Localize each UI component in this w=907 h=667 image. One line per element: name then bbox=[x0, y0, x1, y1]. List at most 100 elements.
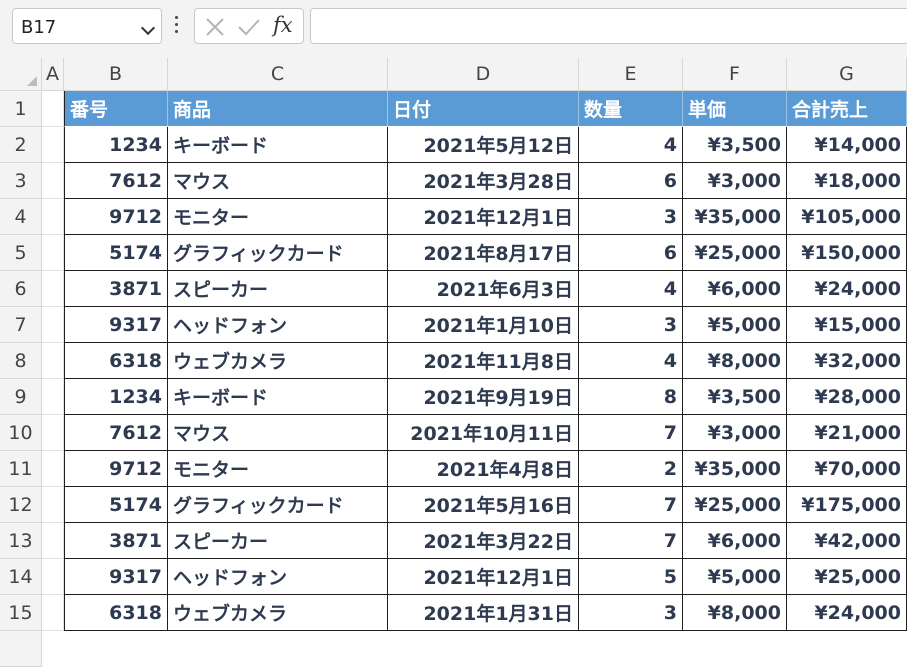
cell-f13[interactable]: ¥6,000 bbox=[683, 523, 787, 559]
cell-c5[interactable]: グラフィックカード bbox=[168, 235, 388, 271]
cell-b6[interactable]: 3871 bbox=[64, 271, 168, 307]
cell-g14[interactable]: ¥25,000 bbox=[787, 559, 907, 595]
row-header-7[interactable]: 7 bbox=[0, 307, 42, 343]
cell-d2[interactable]: 2021年5月12日 bbox=[388, 127, 579, 163]
cell-f4[interactable]: ¥35,000 bbox=[683, 199, 787, 235]
cell-d4[interactable]: 2021年12月1日 bbox=[388, 199, 579, 235]
cell-b13[interactable]: 3871 bbox=[64, 523, 168, 559]
cell-f2[interactable]: ¥3,500 bbox=[683, 127, 787, 163]
cell-a12[interactable] bbox=[42, 487, 64, 523]
cell-b12[interactable]: 5174 bbox=[64, 487, 168, 523]
cell-d7[interactable]: 2021年1月10日 bbox=[388, 307, 579, 343]
cell-d8[interactable]: 2021年11月8日 bbox=[388, 343, 579, 379]
cell-g2[interactable]: ¥14,000 bbox=[787, 127, 907, 163]
cell-f3[interactable]: ¥3,000 bbox=[683, 163, 787, 199]
cell-e5[interactable]: 6 bbox=[579, 235, 683, 271]
row-header-8[interactable]: 8 bbox=[0, 343, 42, 379]
cell-a6[interactable] bbox=[42, 271, 64, 307]
cell-a11[interactable] bbox=[42, 451, 64, 487]
cell-e8[interactable]: 4 bbox=[579, 343, 683, 379]
row-header-12[interactable]: 12 bbox=[0, 487, 42, 523]
row-header-next[interactable] bbox=[0, 631, 42, 667]
cell-f6[interactable]: ¥6,000 bbox=[683, 271, 787, 307]
cell-b5[interactable]: 5174 bbox=[64, 235, 168, 271]
column-header-e[interactable]: E bbox=[579, 58, 683, 91]
cell-f11[interactable]: ¥35,000 bbox=[683, 451, 787, 487]
cell-a14[interactable] bbox=[42, 559, 64, 595]
cell-e3[interactable]: 6 bbox=[579, 163, 683, 199]
cell-g4[interactable]: ¥105,000 bbox=[787, 199, 907, 235]
cell-a1[interactable] bbox=[42, 91, 64, 127]
column-header-g[interactable]: G bbox=[787, 58, 907, 91]
cell-c10[interactable]: マウス bbox=[168, 415, 388, 451]
cell-a9[interactable] bbox=[42, 379, 64, 415]
cell-c14[interactable]: ヘッドフォン bbox=[168, 559, 388, 595]
select-all-button[interactable] bbox=[0, 58, 42, 91]
cell-b11[interactable]: 9712 bbox=[64, 451, 168, 487]
cell-b9[interactable]: 1234 bbox=[64, 379, 168, 415]
row-header-1[interactable]: 1 bbox=[0, 91, 42, 127]
cell-b15[interactable]: 6318 bbox=[64, 595, 168, 631]
cell-e4[interactable]: 3 bbox=[579, 199, 683, 235]
table-header-e[interactable]: 数量 bbox=[579, 91, 683, 127]
insert-function-button[interactable]: fx bbox=[273, 13, 293, 37]
cell-f15[interactable]: ¥8,000 bbox=[683, 595, 787, 631]
cell-a7[interactable] bbox=[42, 307, 64, 343]
row-header-2[interactable]: 2 bbox=[0, 127, 42, 163]
cell-a5[interactable] bbox=[42, 235, 64, 271]
cell-f8[interactable]: ¥8,000 bbox=[683, 343, 787, 379]
cell-c11[interactable]: モニター bbox=[168, 451, 388, 487]
cell-d15[interactable]: 2021年1月31日 bbox=[388, 595, 579, 631]
cell-e12[interactable]: 7 bbox=[579, 487, 683, 523]
row-header-14[interactable]: 14 bbox=[0, 559, 42, 595]
cell-e14[interactable]: 5 bbox=[579, 559, 683, 595]
row-header-15[interactable]: 15 bbox=[0, 595, 42, 631]
cell-b8[interactable]: 6318 bbox=[64, 343, 168, 379]
cell-c13[interactable]: スピーカー bbox=[168, 523, 388, 559]
cell-g6[interactable]: ¥24,000 bbox=[787, 271, 907, 307]
cell-g8[interactable]: ¥32,000 bbox=[787, 343, 907, 379]
cell-g13[interactable]: ¥42,000 bbox=[787, 523, 907, 559]
cell-g11[interactable]: ¥70,000 bbox=[787, 451, 907, 487]
row-header-5[interactable]: 5 bbox=[0, 235, 42, 271]
more-options-icon[interactable] bbox=[175, 16, 179, 36]
cell-f9[interactable]: ¥3,500 bbox=[683, 379, 787, 415]
row-header-4[interactable]: 4 bbox=[0, 199, 42, 235]
cell-c6[interactable]: スピーカー bbox=[168, 271, 388, 307]
column-header-f[interactable]: F bbox=[683, 58, 787, 91]
cell-b10[interactable]: 7612 bbox=[64, 415, 168, 451]
cell-c15[interactable]: ウェブカメラ bbox=[168, 595, 388, 631]
cell-a8[interactable] bbox=[42, 343, 64, 379]
cell-g5[interactable]: ¥150,000 bbox=[787, 235, 907, 271]
cell-g10[interactable]: ¥21,000 bbox=[787, 415, 907, 451]
cell-d6[interactable]: 2021年6月3日 bbox=[388, 271, 579, 307]
cell-c8[interactable]: ウェブカメラ bbox=[168, 343, 388, 379]
column-header-d[interactable]: D bbox=[388, 58, 579, 91]
row-header-3[interactable]: 3 bbox=[0, 163, 42, 199]
cell-b14[interactable]: 9317 bbox=[64, 559, 168, 595]
cell-e13[interactable]: 7 bbox=[579, 523, 683, 559]
cell-b3[interactable]: 7612 bbox=[64, 163, 168, 199]
column-header-b[interactable]: B bbox=[64, 58, 168, 91]
row-header-9[interactable]: 9 bbox=[0, 379, 42, 415]
cell-c2[interactable]: キーボード bbox=[168, 127, 388, 163]
cell-d3[interactable]: 2021年3月28日 bbox=[388, 163, 579, 199]
row-header-11[interactable]: 11 bbox=[0, 451, 42, 487]
cell-a2[interactable] bbox=[42, 127, 64, 163]
cell-d11[interactable]: 2021年4月8日 bbox=[388, 451, 579, 487]
cell-a15[interactable] bbox=[42, 595, 64, 631]
cell-d14[interactable]: 2021年12月1日 bbox=[388, 559, 579, 595]
cell-e2[interactable]: 4 bbox=[579, 127, 683, 163]
cell-f14[interactable]: ¥5,000 bbox=[683, 559, 787, 595]
column-header-c[interactable]: C bbox=[168, 58, 388, 91]
cell-f5[interactable]: ¥25,000 bbox=[683, 235, 787, 271]
cell-c12[interactable]: グラフィックカード bbox=[168, 487, 388, 523]
cell-a10[interactable] bbox=[42, 415, 64, 451]
formula-input[interactable] bbox=[310, 8, 907, 44]
cell-c4[interactable]: モニター bbox=[168, 199, 388, 235]
cell-b7[interactable]: 9317 bbox=[64, 307, 168, 343]
cell-e15[interactable]: 3 bbox=[579, 595, 683, 631]
cell-c7[interactable]: ヘッドフォン bbox=[168, 307, 388, 343]
cell-d13[interactable]: 2021年3月22日 bbox=[388, 523, 579, 559]
cell-g12[interactable]: ¥175,000 bbox=[787, 487, 907, 523]
